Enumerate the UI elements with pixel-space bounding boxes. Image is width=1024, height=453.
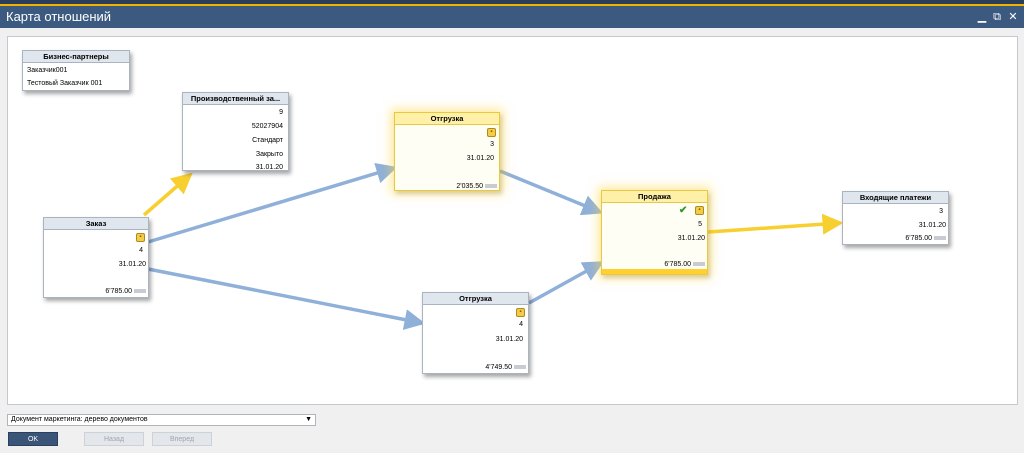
node-delivery-top[interactable]: Отгрузка ▪ 3 31.01.20 2'035.50 xyxy=(394,112,500,191)
lock-icon: ▪ xyxy=(516,308,525,317)
ok-button[interactable]: OK xyxy=(8,432,58,446)
node-sale[interactable]: Продажа ✔ ▪ 5 31.01.20 6'785.00 xyxy=(601,190,708,275)
node-sale-title: Продажа xyxy=(602,191,707,203)
node-delivery-bottom-amount-row: 4'749.50 xyxy=(485,364,526,371)
link-order-to-delivery-bottom xyxy=(147,267,426,330)
currency-placeholder xyxy=(514,365,526,370)
node-order-amount-row: 6'785.00 xyxy=(105,288,146,295)
business-partner-item[interactable]: Тестовый Заказчик 001 xyxy=(27,80,102,87)
lock-icon: ▪ xyxy=(136,233,145,242)
lock-icon: ▪ xyxy=(695,206,704,215)
node-production-order-status: Закрыто xyxy=(255,151,283,158)
window-title: Карта отношений xyxy=(0,6,1024,28)
node-incoming-payments-amount-row: 6'785.00 xyxy=(905,235,946,242)
link-delivery-bottom-to-sale xyxy=(528,261,605,305)
currency-placeholder xyxy=(934,236,946,241)
node-delivery-bottom-date: 31.01.20 xyxy=(495,336,523,343)
currency-placeholder xyxy=(485,184,497,189)
business-partner-item[interactable]: Заказчик001 xyxy=(27,67,67,74)
node-incoming-payments-title: Входящие платежи xyxy=(843,192,948,204)
lock-icon: ▪ xyxy=(487,128,496,137)
check-edit-icon: ✔ xyxy=(679,205,688,216)
node-delivery-bottom[interactable]: Отгрузка ▪ 4 31.01.20 4'749.50 xyxy=(422,292,529,374)
link-order-to-production xyxy=(142,172,193,217)
close-icon[interactable]: ✕ xyxy=(1006,6,1020,28)
node-sale-number: 5 xyxy=(698,221,702,228)
currency-placeholder xyxy=(134,289,146,294)
dropdown-arrow-icon[interactable]: ▼ xyxy=(305,415,312,425)
minimize-icon[interactable]: ▁ xyxy=(975,6,989,28)
view-mode-dropdown[interactable]: Документ маркетинга: дерево документов ▼ xyxy=(7,414,316,426)
node-sale-amount-row: 6'785.00 xyxy=(664,261,705,268)
business-partners-box: Бизнес-партнеры Заказчик001 Тестовый Зак… xyxy=(22,50,130,91)
business-partners-title: Бизнес-партнеры xyxy=(23,51,129,63)
node-delivery-top-number: 3 xyxy=(490,141,494,148)
relationship-map-canvas: Бизнес-партнеры Заказчик001 Тестовый Зак… xyxy=(7,36,1018,405)
node-order-date: 31.01.20 xyxy=(118,261,146,268)
link-delivery-top-to-sale xyxy=(499,169,604,216)
node-sale-date: 31.01.20 xyxy=(677,235,705,242)
node-production-order-date: 31.01.20 xyxy=(255,164,283,171)
node-production-order-title: Производственный за... xyxy=(183,93,288,105)
node-incoming-payments-amount: 6'785.00 xyxy=(905,235,932,242)
node-incoming-payments[interactable]: Входящие платежи 3 31.01.20 6'785.00 xyxy=(842,191,949,245)
link-sale-to-payments xyxy=(707,213,844,235)
node-delivery-bottom-title: Отгрузка xyxy=(423,293,528,305)
sale-highlight-bar xyxy=(602,269,707,274)
node-delivery-top-date: 31.01.20 xyxy=(466,155,494,162)
node-production-order[interactable]: Производственный за... 9 52027904 Станда… xyxy=(182,92,289,171)
view-mode-value: Документ маркетинга: дерево документов xyxy=(11,416,148,423)
node-order-amount: 6'785.00 xyxy=(105,288,132,295)
node-order[interactable]: Заказ ▪ 4 31.01.20 6'785.00 xyxy=(43,217,149,298)
node-sale-amount: 6'785.00 xyxy=(664,261,691,268)
node-order-number: 4 xyxy=(139,247,143,254)
node-production-order-type: Стандарт xyxy=(252,137,283,144)
node-delivery-bottom-amount: 4'749.50 xyxy=(485,364,512,371)
node-delivery-bottom-number: 4 xyxy=(519,321,523,328)
node-production-order-item: 52027904 xyxy=(251,123,283,130)
node-delivery-top-amount: 2'035.50 xyxy=(456,183,483,190)
restore-icon[interactable]: ⧉ xyxy=(990,6,1004,28)
node-order-title: Заказ xyxy=(44,218,148,230)
node-incoming-payments-date: 31.01.20 xyxy=(918,222,946,229)
node-incoming-payments-number: 3 xyxy=(939,208,943,215)
back-button[interactable]: Назад xyxy=(84,432,144,446)
forward-button[interactable]: Вперед xyxy=(152,432,212,446)
node-delivery-top-amount-row: 2'035.50 xyxy=(456,183,497,190)
node-delivery-top-title: Отгрузка xyxy=(395,113,499,125)
currency-placeholder xyxy=(693,262,705,267)
node-production-order-number: 9 xyxy=(279,109,283,116)
